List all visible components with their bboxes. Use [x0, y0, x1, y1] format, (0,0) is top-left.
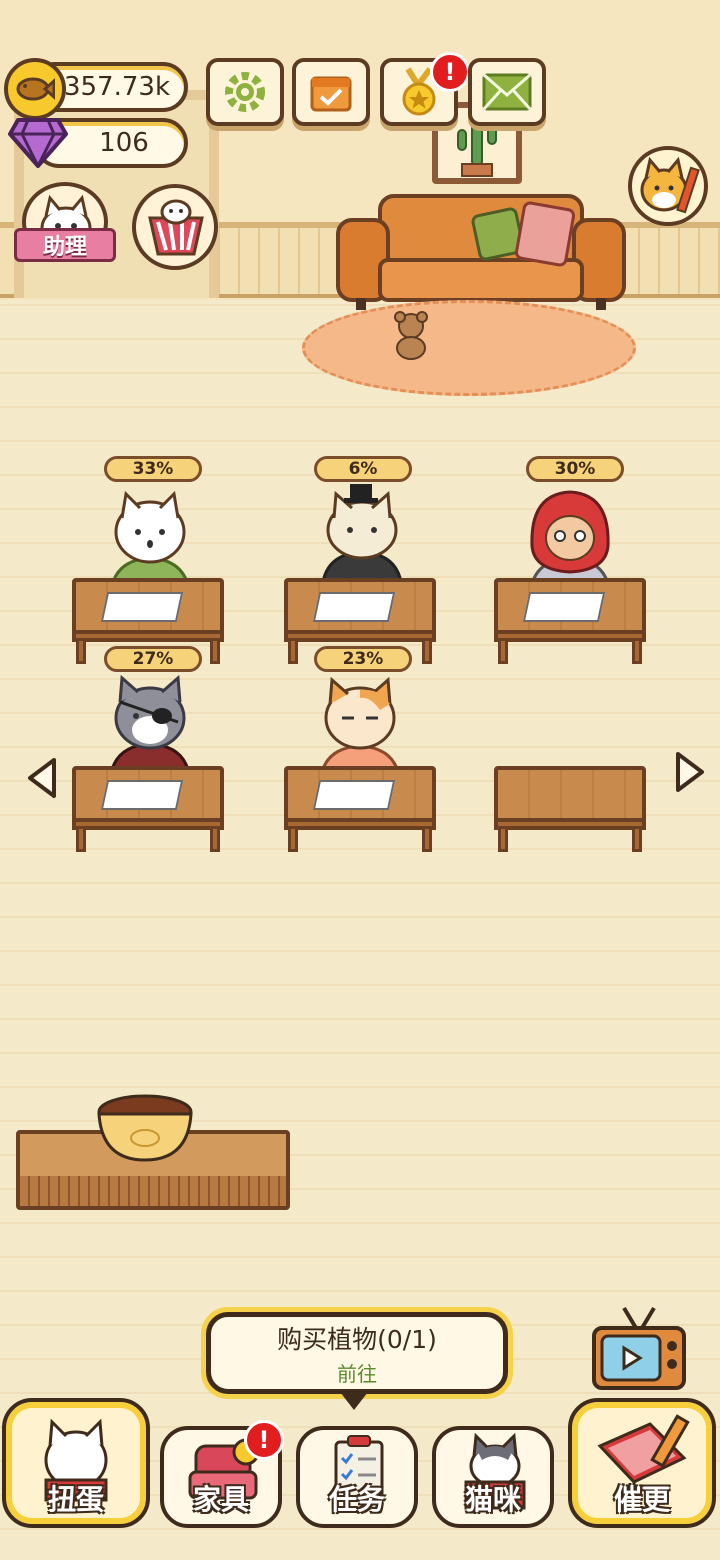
writer-cat-button[interactable] — [628, 146, 708, 226]
gacha-button[interactable]: 扭蛋 — [2, 1398, 150, 1528]
tasks-button[interactable]: 任务 — [296, 1426, 418, 1528]
cat-with-pencil-icon — [640, 156, 700, 214]
calendar-check-icon — [310, 76, 352, 112]
video-tv-button[interactable] — [590, 1304, 688, 1394]
cats-button[interactable]: 猫咪 — [432, 1426, 554, 1528]
desk[interactable] — [72, 766, 224, 856]
next-room-arrow-icon[interactable] — [674, 750, 706, 794]
task-tip-title: 购买植物(0/1) — [277, 1324, 437, 1354]
cat-writer[interactable] — [312, 480, 412, 590]
urge-update-button[interactable]: 催更 — [568, 1398, 716, 1528]
gem-icon — [8, 118, 68, 168]
assistant-label: 助理 — [14, 228, 116, 262]
furniture-label: 家具 — [192, 1483, 249, 1516]
task-tip-go-link[interactable]: 前往 — [337, 1358, 377, 1387]
shopping-cart-icon — [148, 199, 204, 256]
coin-amount: 357.73k — [63, 72, 170, 102]
desk[interactable] — [494, 578, 646, 668]
sofa[interactable] — [336, 190, 626, 310]
tasks-label: 任务 — [328, 1483, 385, 1516]
empty-desk[interactable] — [494, 766, 646, 856]
task-tip-bubble[interactable]: 购买植物(0/1) 前往 — [206, 1312, 508, 1394]
gear-icon — [225, 72, 265, 112]
taiyaki-coin-icon — [4, 58, 66, 120]
mail-button[interactable] — [468, 58, 546, 126]
calendar-button[interactable] — [292, 58, 370, 126]
desk-progress: 23% — [314, 646, 412, 672]
desk-progress: 6% — [314, 456, 412, 482]
gem-amount: 106 — [99, 128, 149, 158]
cats-label: 猫咪 — [464, 1483, 521, 1516]
shop-cart-button[interactable] — [132, 184, 218, 270]
teddy-bear[interactable] — [388, 310, 434, 360]
gacha-label: 扭蛋 — [47, 1483, 104, 1516]
settings-button[interactable] — [206, 58, 284, 126]
envelope-icon — [482, 73, 532, 111]
urge-update-label: 催更 — [613, 1483, 670, 1516]
desk-progress: 30% — [526, 456, 624, 482]
previous-room-arrow-icon[interactable] — [26, 756, 58, 800]
task-tip-pointer — [340, 1392, 368, 1410]
furniture-alert-badge: ! — [244, 1420, 284, 1460]
desk[interactable] — [284, 766, 436, 856]
achievements-alert-badge: ! — [430, 52, 470, 92]
spotted-rug — [302, 300, 636, 396]
food-bowl-icon[interactable] — [94, 1094, 196, 1164]
desk-progress: 27% — [104, 646, 202, 672]
desk-progress: 33% — [104, 456, 202, 482]
